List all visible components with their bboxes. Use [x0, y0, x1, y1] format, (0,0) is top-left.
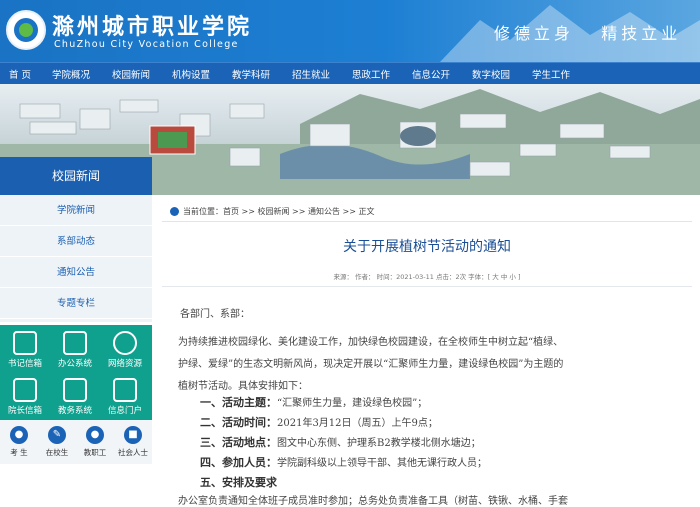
audience-public[interactable]: ■ 社会人士	[114, 426, 152, 458]
tile-label: 教务系统	[57, 406, 92, 416]
nav-teaching[interactable]: 教学科研	[232, 67, 270, 81]
article-meta: 来源： 作者： 时间：2021-03-11 点击：2次 字体：[ 大 中 小 ]	[333, 273, 521, 281]
tile-secretary-mailbox[interactable]: 书记信箱	[0, 325, 50, 372]
tile-label: 信息门户	[107, 406, 142, 416]
article-item: 五、安排及要求	[200, 474, 277, 490]
divider	[162, 221, 692, 222]
mailbox-icon	[13, 331, 37, 355]
nav-about[interactable]: 学院概况	[52, 67, 90, 81]
article-item: 二、活动时间：2021年3月12日（周五）上午9点；	[200, 414, 438, 430]
tile-network-resources[interactable]: 网络资源	[100, 325, 150, 372]
tile-label: 网络资源	[107, 359, 142, 369]
college-name-cn: 滁州城市职业学院	[52, 14, 253, 40]
nav-admissions[interactable]: 招生就业	[292, 67, 330, 81]
tile-office-system[interactable]: 办公系统	[50, 325, 100, 372]
college-name-en: ChuZhou City Vocation College	[54, 39, 239, 50]
site-header: 滁州城市职业学院 ChuZhou City Vocation College 修…	[0, 0, 700, 62]
audience-staff[interactable]: ● 教职工	[76, 426, 114, 458]
college-logo[interactable]	[6, 10, 46, 50]
item-heading: 三、活动地点：	[200, 436, 277, 449]
nav-departments[interactable]: 机构设置	[172, 67, 210, 81]
nav-home[interactable]: 首 页	[9, 67, 31, 81]
audience-label: 社会人士	[118, 448, 148, 457]
tile-label: 院长信箱	[7, 406, 42, 416]
location-icon	[170, 207, 179, 216]
sidebar-title: 校园新闻	[0, 157, 152, 195]
nav-digital[interactable]: 数字校园	[472, 67, 510, 81]
article-title: 关于开展植树节活动的通知	[343, 239, 511, 255]
pen-icon: ✎	[48, 426, 66, 444]
article-line: 为持续推进校园绿化、美化建设工作，加快绿色校园建设，在全校师生中树立起“植绿、	[178, 337, 564, 348]
divider	[162, 286, 692, 287]
quick-links: 书记信箱 办公系统 网络资源 院长信箱 教务系统 信息门户	[0, 325, 152, 420]
monitor-icon	[63, 331, 87, 355]
college-motto: 修德立身 精技立业	[494, 24, 682, 43]
tile-info-portal[interactable]: 信息门户	[100, 372, 150, 419]
item-heading: 四、参加人员：	[200, 456, 277, 469]
item-text: 图文中心东侧、护理系B2教学楼北侧水塘边；	[277, 438, 481, 449]
audience-links: ● 考 生 ✎ 在校生 ● 教职工 ■ 社会人士	[0, 420, 152, 464]
article-line: 各部门、系部：	[180, 309, 250, 320]
audience-label: 教职工	[83, 448, 107, 457]
nav-ideology[interactable]: 思政工作	[352, 67, 390, 81]
article-item: 三、活动地点：图文中心东侧、护理系B2教学楼北侧水塘边；	[200, 434, 481, 450]
audience-candidates[interactable]: ● 考 生	[0, 426, 38, 458]
audience-label: 考 生	[10, 448, 28, 457]
nav-info[interactable]: 信息公开	[412, 67, 450, 81]
envelope-icon	[113, 378, 137, 402]
sidebar-item-department-news[interactable]: 系部动态	[0, 226, 152, 257]
mailbox-icon	[13, 378, 37, 402]
sidebar-item-notices[interactable]: 通知公告	[0, 257, 152, 288]
item-text: “汇聚师生力量，建设绿色校园”；	[277, 398, 428, 409]
sidebar-menu: 学院新闻 系部动态 通知公告 专题专栏	[0, 195, 152, 322]
briefcase-icon: ■	[124, 426, 142, 444]
person-icon: ●	[10, 426, 28, 444]
main-nav: 首 页 学院概况 校园新闻 机构设置 教学科研 招生就业 思政工作 信息公开 数…	[0, 62, 700, 84]
item-heading: 五、安排及要求	[200, 476, 277, 489]
article-line: 护绿、爱绿”的生态文明新风尚，现决定开展以“汇聚师生力量，建设绿色校园”为主题的	[178, 359, 564, 370]
item-heading: 一、活动主题：	[200, 396, 277, 409]
nav-news[interactable]: 校园新闻	[112, 67, 150, 81]
article-line: 办公室负责通知全体班子成员准时参加；总务处负责准备工具（树苗、铁锹、水桶、手套	[178, 496, 568, 507]
breadcrumb[interactable]: 当前位置：首页 >> 校园新闻 >> 通知公告 >> 正文	[183, 206, 374, 217]
article-line: 植树节活动。具体安排如下：	[178, 381, 308, 392]
article-item: 四、参加人员：学院副科级以上领导干部、其他无课行政人员；	[200, 454, 487, 470]
audience-label: 在校生	[45, 448, 69, 457]
globe-icon	[113, 331, 137, 355]
item-text: 学院副科级以上领导干部、其他无课行政人员；	[277, 458, 487, 469]
tile-president-mailbox[interactable]: 院长信箱	[0, 372, 50, 419]
book-icon	[63, 378, 87, 402]
tile-label: 书记信箱	[7, 359, 42, 369]
tile-academic-system[interactable]: 教务系统	[50, 372, 100, 419]
sidebar-item-special[interactable]: 专题专栏	[0, 288, 152, 319]
item-heading: 二、活动时间：	[200, 416, 277, 429]
item-text: 2021年3月12日（周五）上午9点；	[277, 418, 438, 429]
nav-students[interactable]: 学生工作	[532, 67, 570, 81]
sidebar-item-college-news[interactable]: 学院新闻	[0, 195, 152, 226]
teacher-icon: ●	[86, 426, 104, 444]
audience-students[interactable]: ✎ 在校生	[38, 426, 76, 458]
article-item: 一、活动主题：“汇聚师生力量，建设绿色校园”；	[200, 394, 427, 410]
tile-label: 办公系统	[57, 359, 92, 369]
